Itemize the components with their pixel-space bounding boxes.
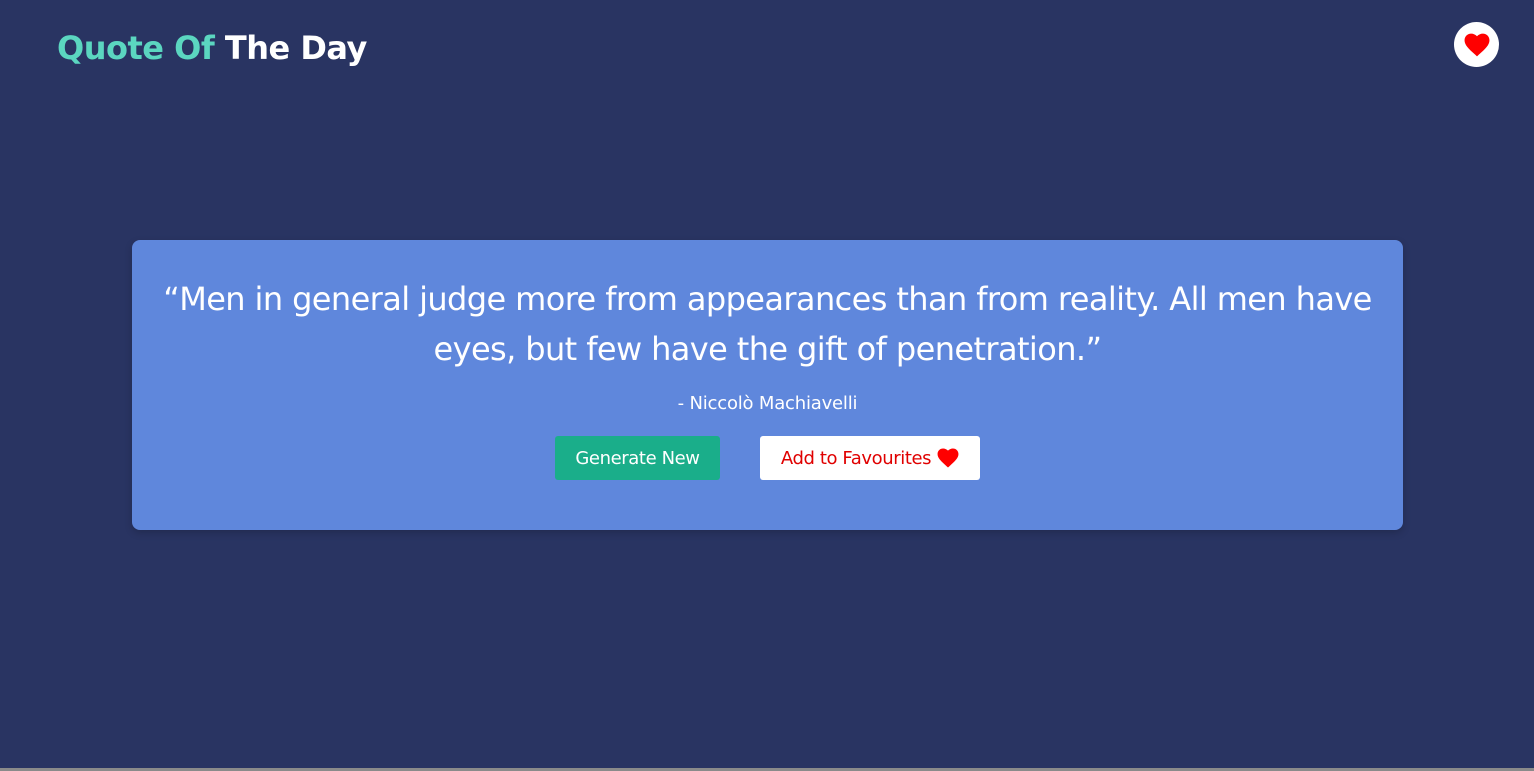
generate-new-button[interactable]: Generate New — [555, 436, 720, 480]
heart-icon — [1464, 33, 1490, 57]
generate-new-label: Generate New — [575, 447, 700, 469]
logo-plain-text: The Day — [224, 29, 367, 67]
add-to-favourites-button[interactable]: Add to Favourites — [760, 436, 980, 480]
favourites-button[interactable] — [1454, 22, 1499, 67]
quote-card: “Men in general judge more from appearan… — [132, 240, 1403, 530]
quote-text: “Men in general judge more from appearan… — [163, 280, 1372, 368]
heart-icon — [931, 448, 959, 468]
app-logo: Quote Of The Day — [57, 26, 367, 70]
quote-author: - Niccolò Machiavelli — [677, 393, 858, 414]
page: Quote Of The Day “Men in general judge m… — [0, 0, 1534, 771]
add-to-favourites-label: Add to Favourites — [780, 447, 932, 469]
logo-accent-text: Quote Of — [57, 29, 215, 67]
